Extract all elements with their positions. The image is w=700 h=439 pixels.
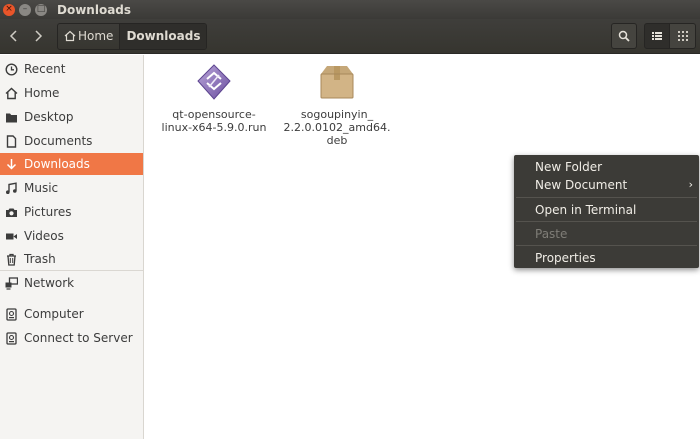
camera-icon [5,208,17,217]
file-name-line: linux-x64-5.9.0.run [161,121,267,134]
menu-separator [516,221,697,222]
header-bar: Home Downloads [0,19,700,54]
sidebar-item-pictures[interactable]: Pictures [0,201,143,223]
menu-item-new-document[interactable]: New Document › [514,175,699,194]
music-icon [5,181,17,194]
sidebar-item-trash[interactable]: Trash [0,248,143,270]
sidebar-item-label: Pictures [24,205,72,219]
trash-icon [6,253,16,266]
search-button[interactable] [611,23,637,49]
breadcrumb-home[interactable]: Home [58,23,121,49]
sidebar-item-downloads[interactable]: Downloads [0,153,143,175]
sidebar-item-label: Network [24,276,75,290]
sidebar-divider [0,270,143,271]
menu-item-label: New Document [535,177,628,192]
close-window-button[interactable]: × [3,3,15,16]
forward-button[interactable] [26,23,50,49]
list-view-icon [652,32,662,40]
sidebar-item-label: Music [24,181,59,195]
file-name-line: qt-opensource- [172,108,256,121]
search-icon [618,30,630,42]
sidebar-item-label: Connect to Server [24,331,133,345]
sidebar-item-connect-to-server[interactable]: Connect to Server [0,327,143,349]
sidebar-item-videos[interactable]: Videos [0,225,143,247]
sidebar-item-label: Recent [24,62,66,76]
file-name-line: sogoupinyin_ [300,108,374,121]
clock-icon [4,62,18,76]
sidebar-item-label: Documents [24,134,93,148]
sidebar-item-label: Home [24,86,60,100]
menu-item-label: Open in Terminal [535,202,637,217]
window-titlebar: × – □ Downloads [0,0,700,19]
submenu-arrow-icon: › [688,178,693,191]
sidebar-item-label: Desktop [24,110,74,124]
grid-view-button[interactable] [670,23,696,49]
grid-view-icon [677,31,688,41]
menu-item-paste: Paste [514,224,699,243]
breadcrumb: Home Downloads [57,22,208,50]
file-name-line: 2.2.0.0102_amd64. [283,121,391,134]
menu-item-open-in-terminal[interactable]: Open in Terminal [514,200,699,219]
places-sidebar: Recent Home Desktop Documents Downloads … [0,55,144,439]
file-name-line: deb [326,134,348,147]
chevron-right-icon [35,30,43,42]
close-icon: × [5,4,13,14]
maximize-window-button[interactable]: □ [35,3,47,16]
minimize-icon: – [22,4,28,14]
package-icon [320,66,354,99]
back-button[interactable] [2,23,26,49]
video-icon [5,233,17,239]
sidebar-item-label: Computer [24,307,84,321]
context-menu: New Folder New Document › Open in Termin… [514,155,699,268]
sidebar-item-home[interactable]: Home [0,82,143,104]
chevron-left-icon [9,30,17,42]
file-item-qt-installer[interactable]: qt-opensource- linux-x64-5.9.0.run [159,62,269,134]
file-item-sogoupinyin-deb[interactable]: sogoupinyin_ 2.2.0.0102_amd64. deb [282,62,392,147]
window-title: Downloads [57,2,132,17]
menu-item-label: Paste [535,226,568,241]
home-icon [64,30,76,42]
menu-separator [516,197,697,198]
run-file-icon [197,64,231,100]
network-icon [5,276,18,290]
breadcrumb-downloads[interactable]: Downloads [120,23,207,49]
sidebar-item-label: Trash [24,252,56,266]
minimize-window-button[interactable]: – [19,3,31,16]
maximize-icon: □ [36,4,46,14]
menu-item-label: New Folder [535,159,603,174]
menu-separator [516,245,697,246]
folder-icon [5,113,17,122]
sidebar-item-desktop[interactable]: Desktop [0,106,143,128]
computer-icon [5,307,17,321]
sidebar-item-recent[interactable]: Recent [0,58,143,80]
sidebar-item-network[interactable]: Network [0,272,143,294]
document-icon [6,134,16,148]
list-view-button[interactable] [644,23,670,49]
menu-item-new-folder[interactable]: New Folder [514,157,699,176]
breadcrumb-home-label: Home [78,29,114,43]
breadcrumb-downloads-label: Downloads [126,29,201,43]
sidebar-item-computer[interactable]: Computer [0,303,143,325]
menu-item-label: Properties [535,250,596,265]
sidebar-item-music[interactable]: Music [0,177,143,199]
sidebar-item-label: Downloads [24,157,90,171]
menu-item-properties[interactable]: Properties [514,248,699,267]
sidebar-item-label: Videos [24,229,64,243]
download-icon [6,158,16,170]
home-icon [5,87,17,99]
server-icon [5,331,17,345]
sidebar-item-documents[interactable]: Documents [0,130,143,152]
